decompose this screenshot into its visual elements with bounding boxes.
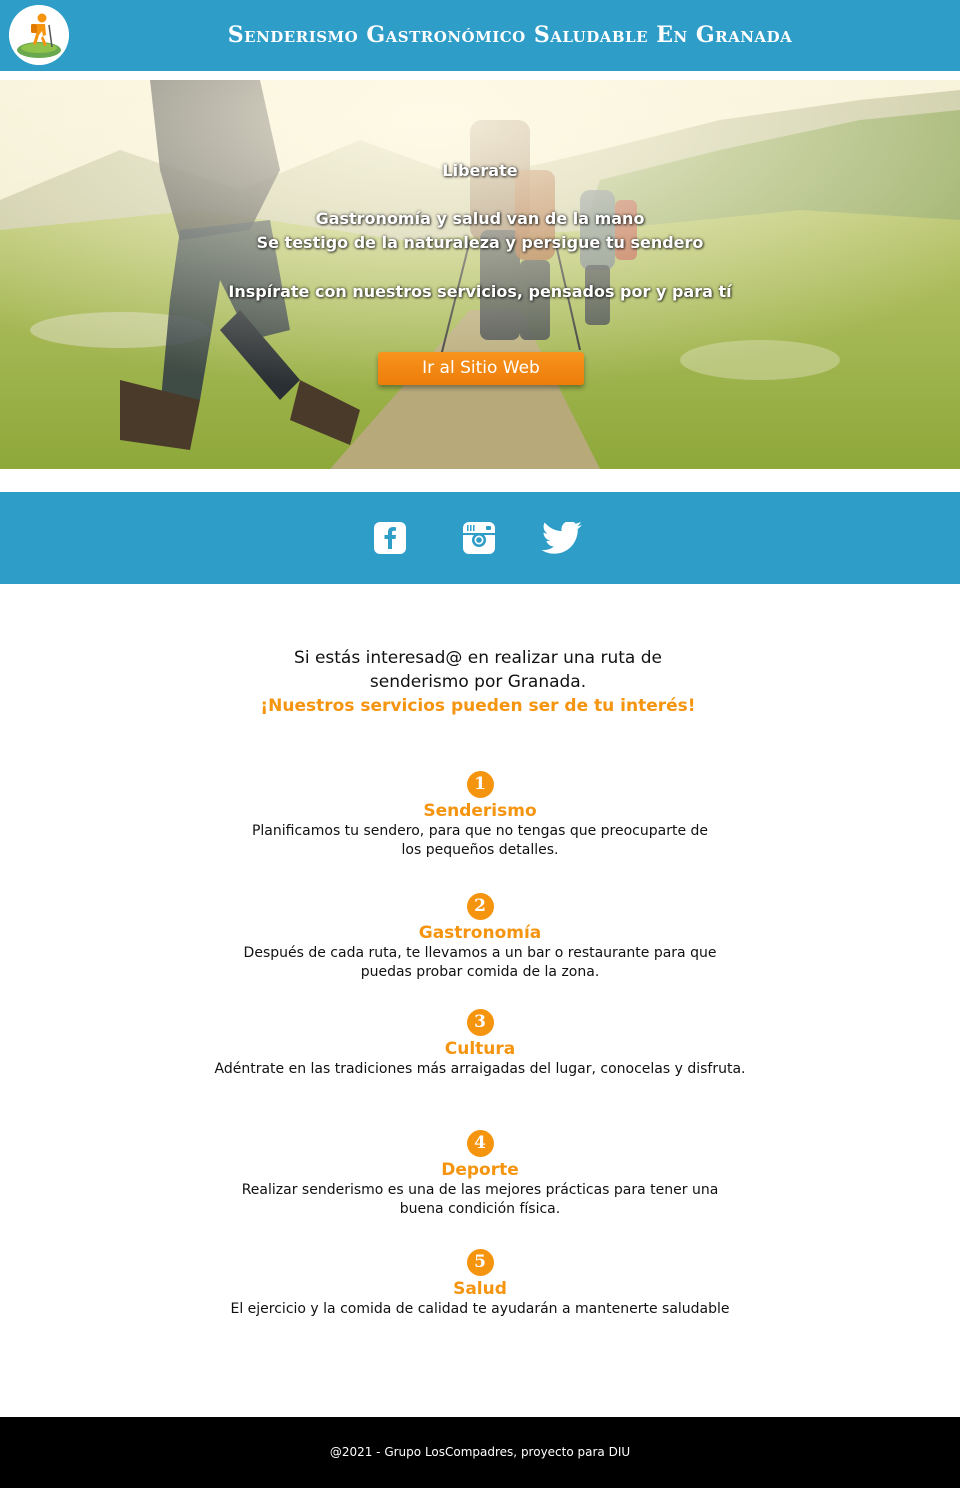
service-item-gastronomia: 2 Gastronomía Después de cada ruta, te l… (200, 893, 760, 982)
service-title: Salud (453, 1279, 507, 1299)
number-badge: 4 (466, 1130, 494, 1157)
service-item-senderismo: 1 Senderismo Planificamos tu sendero, pa… (200, 771, 760, 860)
number-badge: 3 (466, 1009, 494, 1036)
intro-line-2: senderismo por Granada. (369, 672, 587, 692)
service-title: Senderismo (423, 801, 537, 821)
intro-text: Si estás interesad@ en realizar una ruta… (230, 646, 726, 718)
service-description: Después de cada ruta, te llevamos a un b… (243, 945, 717, 980)
site-header: Senderismo Gastronómico Saludable En Gra… (0, 0, 960, 71)
service-item-salud: 5 Salud El ejercicio y la comida de cali… (200, 1249, 760, 1319)
intro-highlight: ¡Nuestros servicios pueden ser de tu int… (260, 696, 696, 716)
hero-banner: Liberate Gastronomía y salud van de la m… (0, 80, 960, 469)
hero-line-testigo: Se testigo de la naturaleza y persigue t… (256, 233, 704, 252)
service-title: Cultura (444, 1039, 516, 1059)
visit-website-button[interactable]: Ir al Sitio Web (378, 352, 584, 385)
service-description: Adéntrate en las tradiciones más arraiga… (214, 1061, 746, 1077)
hero-line-gastronomia: Gastronomía y salud van de la mano (315, 209, 645, 228)
number-badge: 2 (466, 893, 494, 920)
number-badge: 1 (466, 771, 494, 798)
hero-line-liberate: Liberate (442, 161, 518, 180)
number-badge: 5 (466, 1249, 494, 1276)
intro-line-1: Si estás interesad@ en realizar una ruta… (294, 648, 662, 668)
instagram-icon[interactable] (462, 521, 496, 555)
site-footer: @2021 - Grupo LosCompadres, proyecto par… (0, 1417, 960, 1488)
service-title: Deporte (441, 1160, 519, 1180)
service-description: Planificamos tu sendero, para que no ten… (251, 823, 709, 858)
hero-line-inspirate: Inspírate con nuestros servicios, pensad… (228, 282, 732, 301)
hikers-photo (0, 80, 960, 469)
service-title: Gastronomía (418, 923, 542, 943)
footer-copyright: @2021 - Grupo LosCompadres, proyecto par… (329, 1445, 631, 1459)
facebook-icon[interactable] (373, 521, 407, 555)
social-bar (0, 492, 960, 584)
service-description: El ejercicio y la comida de calidad te a… (230, 1301, 730, 1317)
service-item-cultura: 3 Cultura Adéntrate en las tradiciones m… (200, 1009, 760, 1079)
service-description: Realizar senderismo es una de las mejore… (241, 1182, 719, 1217)
site-title: Senderismo Gastronómico Saludable En Gra… (227, 22, 793, 48)
service-item-deporte: 4 Deporte Realizar senderismo es una de … (200, 1130, 760, 1219)
twitter-icon[interactable] (542, 522, 582, 555)
